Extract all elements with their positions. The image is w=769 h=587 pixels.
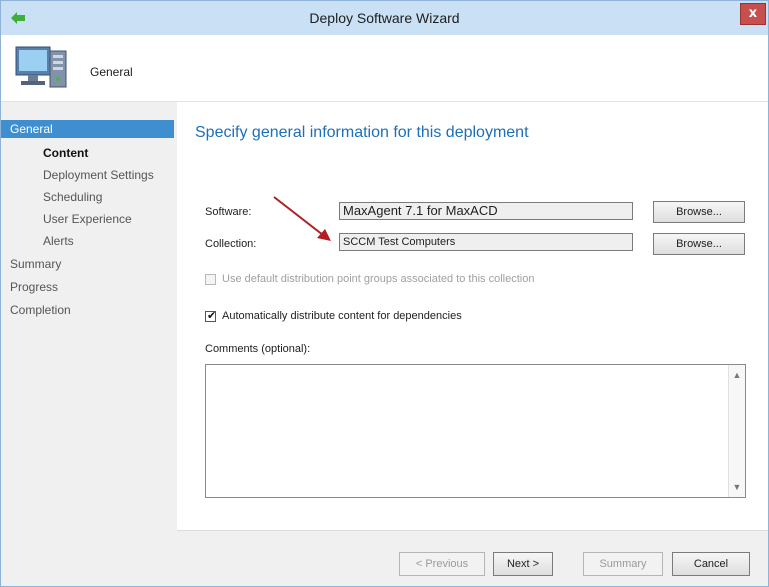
close-button[interactable]: x bbox=[740, 3, 766, 25]
summary-button[interactable]: Summary bbox=[583, 552, 663, 576]
nav-item-scheduling[interactable]: Scheduling bbox=[43, 188, 102, 206]
nav-item-general[interactable]: General bbox=[1, 120, 174, 138]
button-bar: < Previous Next > Summary Cancel bbox=[177, 530, 768, 586]
use-default-dp-row: Use default distribution point groups as… bbox=[205, 271, 534, 287]
use-default-dp-checkbox[interactable] bbox=[205, 273, 216, 285]
annotation-arrow-icon bbox=[273, 196, 331, 241]
software-label: Software: bbox=[205, 206, 252, 218]
comments-scrollbar[interactable]: ▲ ▼ bbox=[728, 365, 745, 497]
page-heading: Specify general information for this dep… bbox=[195, 124, 529, 141]
check-mark-icon: ✔ bbox=[207, 308, 217, 322]
use-default-dp-label: Use default distribution point groups as… bbox=[222, 273, 535, 285]
nav-item-completion[interactable]: Completion bbox=[10, 301, 71, 319]
collection-field[interactable]: SCCM Test Computers bbox=[339, 233, 633, 251]
title-bar: Deploy Software Wizard x bbox=[1, 1, 768, 35]
next-button[interactable]: Next > bbox=[493, 552, 553, 576]
comments-label: Comments (optional): bbox=[205, 343, 311, 355]
auto-distribute-checkbox[interactable]: ✔ bbox=[205, 308, 217, 322]
nav-item-deployment-settings[interactable]: Deployment Settings bbox=[43, 166, 154, 184]
window-title: Deploy Software Wizard bbox=[309, 10, 460, 26]
comments-textarea[interactable]: ▲ ▼ bbox=[205, 364, 746, 498]
wizard-header: General bbox=[1, 35, 768, 102]
auto-distribute-label: Automatically distribute content for dep… bbox=[222, 310, 462, 322]
scroll-up-arrow-icon[interactable]: ▲ bbox=[729, 367, 745, 383]
nav-item-content[interactable]: Content bbox=[43, 144, 88, 162]
software-field[interactable]: MaxAgent 7.1 for MaxACD bbox=[339, 202, 633, 220]
scroll-down-arrow-icon[interactable]: ▼ bbox=[729, 479, 745, 495]
cancel-button[interactable]: Cancel bbox=[672, 552, 750, 576]
main-panel: Specify general information for this dep… bbox=[177, 102, 768, 530]
software-browse-button[interactable]: Browse... bbox=[653, 201, 745, 223]
header-page-label: General bbox=[90, 65, 133, 79]
previous-button[interactable]: < Previous bbox=[399, 552, 485, 576]
collection-label: Collection: bbox=[205, 238, 257, 250]
nav-item-alerts[interactable]: Alerts bbox=[43, 232, 74, 250]
nav-item-summary[interactable]: Summary bbox=[10, 255, 61, 273]
wizard-nav: General Content Deployment Settings Sche… bbox=[1, 102, 177, 586]
nav-item-user-experience[interactable]: User Experience bbox=[43, 210, 132, 228]
deploy-software-wizard-window: Deploy Software Wizard x General General… bbox=[0, 0, 769, 587]
collection-browse-button[interactable]: Browse... bbox=[653, 233, 745, 255]
nav-item-progress[interactable]: Progress bbox=[10, 278, 58, 296]
computer-deploy-icon bbox=[15, 46, 67, 88]
auto-distribute-row: ✔ Automatically distribute content for d… bbox=[205, 308, 462, 324]
